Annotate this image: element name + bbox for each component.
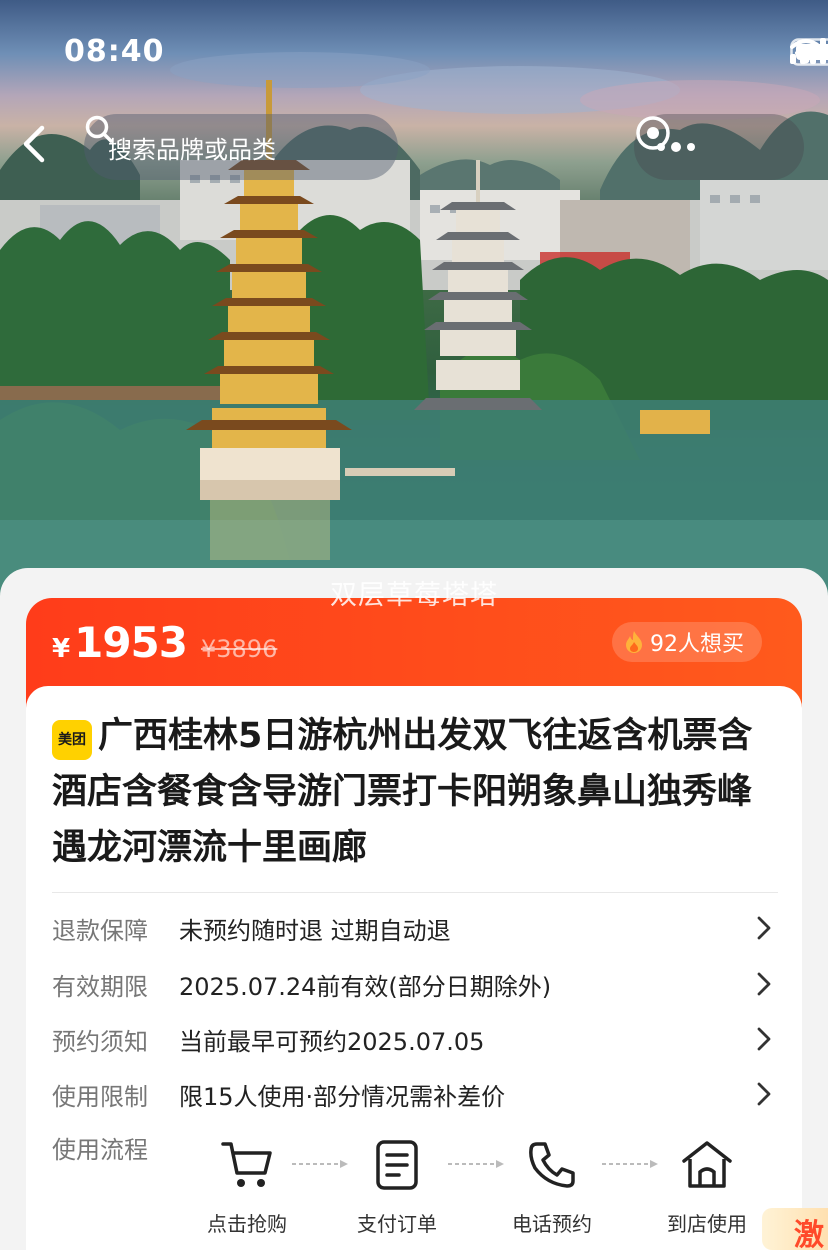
flow-step-label: 电话预约 (512, 1212, 592, 1236)
usage-flow-label: 使用流程 (52, 1136, 148, 1164)
original-price: ¥3896 (201, 635, 278, 663)
search-icon (85, 115, 113, 143)
promo-corner-tag[interactable]: 激 (762, 1208, 828, 1250)
flow-step-visit: 到店使用 (652, 1138, 762, 1237)
promo-corner-text: 激 (794, 1218, 824, 1250)
close-button[interactable] (636, 114, 802, 180)
status-time: 08:40 (64, 34, 165, 69)
info-row-limits[interactable]: 使用限制 限15人使用·部分情况需补差价 (52, 1074, 778, 1114)
price-row: ¥ 1953 ¥3896 (52, 618, 277, 667)
flow-step-label: 到店使用 (667, 1212, 747, 1236)
search-placeholder: 搜索品牌或品类 (108, 135, 276, 164)
chevron-right-icon (750, 970, 778, 998)
hero-image: 08:40 搜索品牌或品类 (0, 0, 828, 600)
image-watermark: 双层草莓塔塔 (330, 580, 498, 611)
flame-icon (626, 631, 642, 653)
store-icon (682, 1141, 732, 1188)
info-row-refund[interactable]: 退款保障 未预约随时退 过期自动退 (52, 908, 778, 948)
battery-icon (790, 38, 828, 66)
product-title: 美团 广西桂林5日游杭州出发双飞往返含机票含酒店含餐食含导游门票打卡阳朔象鼻山独秀… (52, 708, 782, 876)
flow-step-label: 支付订单 (357, 1212, 437, 1236)
chevron-left-icon (23, 125, 45, 163)
info-label: 有效期限 (52, 972, 148, 1001)
divider (52, 892, 778, 893)
info-row-booking[interactable]: 预约须知 当前最早可预约2025.07.05 (52, 1019, 778, 1059)
chevron-right-icon (750, 1080, 778, 1108)
currency-symbol: ¥ (52, 634, 71, 664)
cart-icon (221, 1142, 272, 1187)
want-count-badge: 92人想买 (612, 622, 762, 662)
info-value: 当前最早可预约2025.07.05 (179, 1027, 485, 1056)
order-icon (376, 1140, 418, 1190)
meituan-logo: 美团 (52, 720, 92, 760)
chevron-right-icon (750, 1025, 778, 1053)
search-input[interactable]: 搜索品牌或品类 (84, 114, 398, 180)
info-row-validity[interactable]: 有效期限 2025.07.24前有效(部分日期除外) (52, 964, 778, 1004)
info-label: 退款保障 (52, 916, 148, 945)
guilin-pagoda-scene (0, 52, 828, 600)
flow-step-buy: 点击抢购 (192, 1138, 302, 1237)
flow-step-pay: 支付订单 (342, 1138, 452, 1237)
flow-arrow (602, 1160, 658, 1168)
info-value: 未预约随时退 过期自动退 (179, 916, 451, 945)
phone-icon (529, 1142, 575, 1188)
product-title-text: 广西桂林5日游杭州出发双飞往返含机票含酒店含餐食含导游门票打卡阳朔象鼻山独秀峰遇… (52, 716, 753, 868)
current-price: 1953 (74, 618, 188, 667)
flow-arrow (448, 1160, 504, 1168)
info-label: 使用限制 (52, 1082, 148, 1111)
flow-step-call: 电话预约 (497, 1138, 607, 1237)
want-count-text: 92人想买 (650, 632, 744, 657)
mini-program-capsule (634, 114, 804, 180)
info-value: 2025.07.24前有效(部分日期除外) (179, 972, 552, 1001)
info-label: 预约须知 (52, 1027, 148, 1056)
back-button[interactable] (20, 124, 60, 172)
target-icon (636, 116, 670, 150)
flow-arrow (292, 1160, 348, 1168)
info-value: 限15人使用·部分情况需补差价 (179, 1082, 506, 1111)
flow-step-label: 点击抢购 (207, 1212, 287, 1236)
chevron-right-icon (750, 914, 778, 942)
